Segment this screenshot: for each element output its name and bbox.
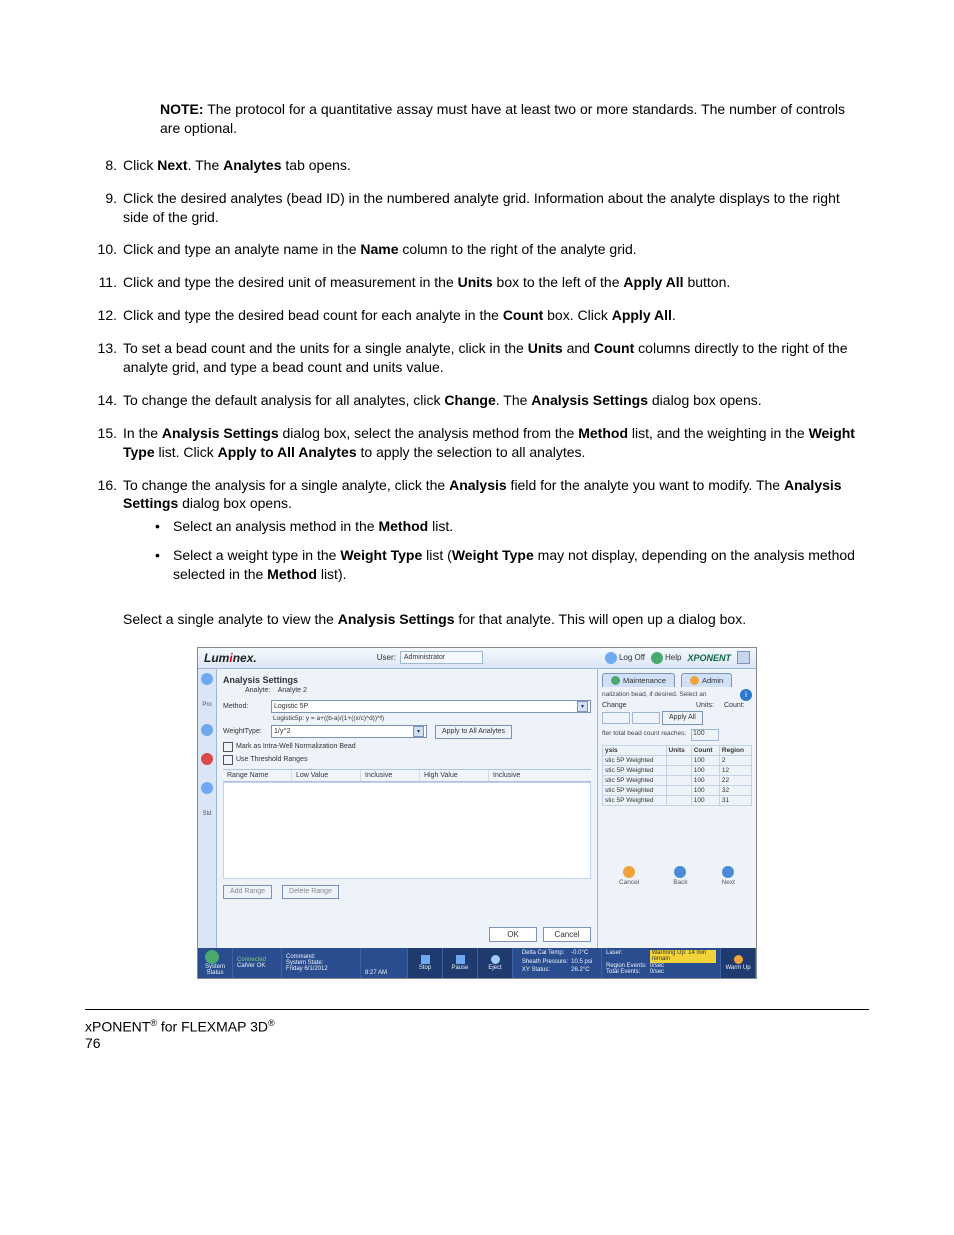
- stop-icon: [421, 955, 430, 964]
- units-input[interactable]: [602, 712, 630, 724]
- analysis-settings-dialog: Analysis Settings Analyte: Analyte 2 Met…: [217, 669, 597, 948]
- stop-button[interactable]: Stop: [408, 948, 443, 978]
- page-footer: xPONENT® for FLEXMAP 3D® 76: [85, 1009, 869, 1051]
- step-13: To set a bead count and the units for a …: [123, 339, 869, 377]
- rail-icon: [201, 753, 213, 765]
- apply-all-button[interactable]: Apply All: [662, 711, 703, 725]
- eject-button[interactable]: Eject: [478, 948, 513, 978]
- info-icon[interactable]: i: [740, 689, 752, 701]
- note-text: The protocol for a quantitative assay mu…: [160, 101, 845, 136]
- step-14: To change the default analysis for all a…: [123, 391, 869, 410]
- help-button[interactable]: Help: [651, 652, 681, 664]
- pause-button[interactable]: Pause: [443, 948, 478, 978]
- warmup-icon: [734, 955, 743, 964]
- use-threshold-checkbox[interactable]: Use Threshold Ranges: [223, 755, 591, 765]
- checkbox-icon: [223, 755, 233, 765]
- status-ok-icon: [205, 950, 219, 964]
- app-window: Luminex. User: Administrator Log Off Hel…: [197, 647, 757, 979]
- rp-note: nalization bead, if desired. Select an: [602, 691, 752, 698]
- status-bar: System Status Connected CalVer OK Comman…: [198, 948, 756, 978]
- brand-logo: Luminex.: [204, 651, 257, 665]
- note-block: NOTE: The protocol for a quantitative as…: [160, 100, 869, 138]
- step-11: Click and type the desired unit of measu…: [123, 273, 869, 292]
- step-15: In the Analysis Settings dialog box, sel…: [123, 424, 869, 462]
- weight-label: WeightType:: [223, 728, 271, 735]
- nav-next-button[interactable]: Next: [722, 866, 735, 886]
- cancel-icon: [623, 866, 635, 878]
- sub-bullet-1: Select an analysis method in the Method …: [155, 517, 869, 536]
- app-header: Luminex. User: Administrator Log Off Hel…: [198, 648, 756, 669]
- table-row: stic 5P Weighted10012: [603, 765, 752, 775]
- admin-icon: [690, 676, 699, 685]
- chevron-down-icon: ▾: [577, 701, 588, 712]
- wrench-icon: [611, 676, 620, 685]
- rp-col-header: ChangeUnits:Count:: [602, 702, 752, 709]
- product-logo: XPONENT: [687, 653, 731, 663]
- rail-item-2[interactable]: [201, 724, 213, 737]
- reach-input[interactable]: 100: [691, 729, 719, 741]
- window-control-icon[interactable]: [737, 651, 750, 664]
- chevron-down-icon: ▾: [413, 726, 424, 737]
- rail-item-1[interactable]: [201, 673, 213, 686]
- nav-back-button[interactable]: Back: [673, 866, 687, 886]
- analyte-row: Analyte: Analyte 2: [223, 687, 591, 694]
- rail-icon: [201, 724, 213, 736]
- next-icon: [722, 866, 734, 878]
- analyte-table: ysisUnitsCountRegion stic 5P Weighted100…: [602, 745, 752, 806]
- nav-cancel-button[interactable]: Cancel: [619, 866, 639, 886]
- step-9: Click the desired analytes (bead ID) in …: [123, 189, 869, 227]
- embedded-screenshot: Luminex. User: Administrator Log Off Hel…: [85, 647, 869, 979]
- step-list: 8.Click Next. The Analytes tab opens. 9.…: [85, 156, 869, 594]
- logoff-icon: [605, 652, 617, 664]
- left-nav-rail: Pro Std: [198, 669, 217, 948]
- rail-icon: [201, 673, 213, 685]
- rail-icon: [201, 782, 213, 794]
- warmup-button[interactable]: Warm Up: [721, 948, 756, 978]
- step-12: Click and type the desired bead count fo…: [123, 306, 869, 325]
- range-table-body: [223, 782, 591, 879]
- tab-admin[interactable]: Admin: [681, 673, 732, 687]
- sub-bullet-2: Select a weight type in the Weight Type …: [155, 546, 869, 584]
- cancel-button[interactable]: Cancel: [543, 927, 591, 942]
- mark-bead-checkbox[interactable]: Mark as Intra-Well Normalization Bead: [223, 742, 591, 752]
- tab-maintenance[interactable]: Maintenance: [602, 673, 675, 687]
- eject-icon: [491, 955, 500, 964]
- table-row: stic 5P Weighted10032: [603, 785, 752, 795]
- rail-item-4[interactable]: [201, 782, 213, 795]
- note-label: NOTE:: [160, 101, 204, 117]
- apply-to-all-analytes-button[interactable]: Apply to All Analytes: [435, 725, 512, 739]
- ok-button[interactable]: OK: [489, 927, 537, 942]
- closing-paragraph: Select a single analyte to view the Anal…: [123, 610, 869, 629]
- method-label: Method:: [223, 703, 271, 710]
- user-field: Administrator: [400, 651, 483, 664]
- table-row: stic 5P Weighted10031: [603, 795, 752, 805]
- add-range-button[interactable]: Add Range: [223, 885, 272, 899]
- help-icon: [651, 652, 663, 664]
- formula-text: Logistic5p: y = a+((b-a)/(1+((x/c)^d))^f…: [223, 715, 591, 722]
- page-number: 76: [85, 1035, 869, 1051]
- step-10: Click and type an analyte name in the Na…: [123, 240, 869, 259]
- step-16: To change the analysis for a single anal…: [123, 476, 869, 594]
- logoff-button[interactable]: Log Off: [605, 652, 645, 664]
- table-row: stic 5P Weighted1002: [603, 755, 752, 765]
- pause-icon: [456, 955, 465, 964]
- dialog-title: Analysis Settings: [223, 675, 591, 685]
- delete-range-button[interactable]: Delete Range: [282, 885, 339, 899]
- step-8: Click Next. The Analytes tab opens.: [123, 156, 869, 175]
- sub-bullet-list: Select an analysis method in the Method …: [123, 517, 869, 584]
- count-input[interactable]: [632, 712, 660, 724]
- rail-label-pro: Pro: [202, 702, 211, 708]
- range-table-header: Range Name Low Value Inclusive High Valu…: [223, 769, 591, 782]
- table-row: stic 5P Weighted10022: [603, 775, 752, 785]
- manual-page: NOTE: The protocol for a quantitative as…: [0, 0, 954, 1091]
- weight-dropdown[interactable]: 1/y^2▾: [271, 725, 427, 738]
- user-label: User:: [377, 653, 396, 662]
- back-icon: [674, 866, 686, 878]
- checkbox-icon: [223, 742, 233, 752]
- rail-item-3[interactable]: [201, 753, 213, 766]
- right-panel: Maintenance Admin i nalization bead, if …: [597, 669, 756, 948]
- method-dropdown[interactable]: Logistic 5P▾: [271, 700, 591, 713]
- rail-label-std: Std: [202, 811, 211, 817]
